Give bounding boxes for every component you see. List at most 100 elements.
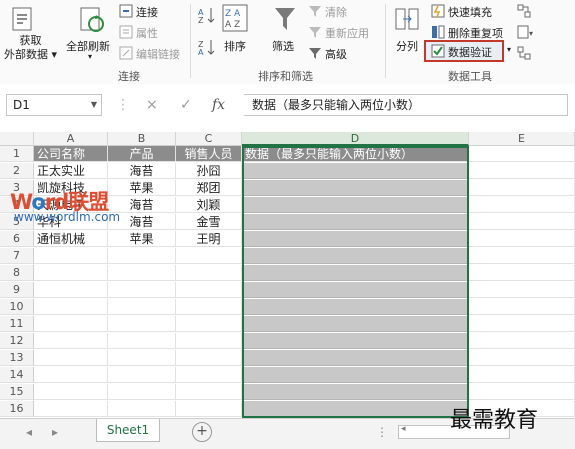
cell[interactable]: 海苔 xyxy=(108,163,176,179)
refresh-all-dropdown[interactable]: ▾ xyxy=(88,52,92,61)
properties-button[interactable]: 属性 xyxy=(136,25,158,41)
header-cell[interactable]: 产品 xyxy=(108,146,176,162)
cell[interactable] xyxy=(34,367,108,383)
edit-links-button[interactable]: 编辑链接 xyxy=(136,46,180,62)
cell[interactable] xyxy=(108,401,176,417)
add-sheet-icon[interactable]: + xyxy=(192,422,212,442)
cell[interactable] xyxy=(242,299,469,315)
row-header[interactable]: 13 xyxy=(0,350,34,366)
cell[interactable] xyxy=(108,350,176,366)
data-validation-dropdown[interactable]: ▾ xyxy=(507,45,511,54)
cell[interactable]: 苹果 xyxy=(108,180,176,196)
filter-button[interactable]: 筛选 xyxy=(272,38,294,54)
enter-icon[interactable]: ✓ xyxy=(180,97,192,113)
clear-button[interactable]: 清除 xyxy=(325,4,347,20)
next-sheet-icon[interactable]: ▸ xyxy=(52,425,58,439)
cell[interactable] xyxy=(469,180,575,196)
cell[interactable] xyxy=(34,299,108,315)
row-header[interactable]: 10 xyxy=(0,299,34,315)
insert-function-icon[interactable]: fx xyxy=(212,97,225,113)
cell[interactable] xyxy=(469,197,575,213)
cell[interactable]: 正太实业 xyxy=(34,163,108,179)
cell[interactable] xyxy=(108,282,176,298)
cell[interactable] xyxy=(242,367,469,383)
cell[interactable] xyxy=(108,265,176,281)
formula-input[interactable]: 数据（最多只能输入两位小数） xyxy=(244,94,568,116)
cell[interactable] xyxy=(176,384,242,400)
column-header-e[interactable]: E xyxy=(469,132,575,146)
column-header-c[interactable]: C xyxy=(176,132,242,146)
cell[interactable] xyxy=(242,265,469,281)
cell[interactable]: 孙囧 xyxy=(176,163,242,179)
cell[interactable] xyxy=(242,282,469,298)
cell[interactable]: 苹果 xyxy=(108,231,176,247)
cell[interactable] xyxy=(242,180,469,196)
cell[interactable] xyxy=(469,214,575,230)
cell[interactable] xyxy=(108,333,176,349)
cell[interactable]: 通恒机械 xyxy=(34,231,108,247)
column-header-b[interactable]: B xyxy=(108,132,176,146)
row-header[interactable]: 15 xyxy=(0,384,34,400)
cell[interactable] xyxy=(176,333,242,349)
cell[interactable] xyxy=(34,384,108,400)
cell[interactable] xyxy=(176,265,242,281)
cell[interactable] xyxy=(242,333,469,349)
cell[interactable] xyxy=(469,367,575,383)
row-header[interactable]: 7 xyxy=(0,248,34,264)
cell[interactable] xyxy=(469,316,575,332)
row-header[interactable]: 6 xyxy=(0,231,34,247)
what-if-analysis-icon[interactable]: ▾ xyxy=(517,25,535,39)
tab-split-handle[interactable]: ⋮ xyxy=(376,425,388,439)
cancel-icon[interactable]: × xyxy=(146,97,158,113)
cell[interactable] xyxy=(34,333,108,349)
cell[interactable]: 王明 xyxy=(176,231,242,247)
chevron-down-icon[interactable]: ▼ xyxy=(91,95,97,115)
cell[interactable] xyxy=(34,401,108,417)
reapply-button[interactable]: 重新应用 xyxy=(325,25,369,41)
cell[interactable] xyxy=(34,316,108,332)
cell[interactable] xyxy=(242,248,469,264)
cell[interactable] xyxy=(176,299,242,315)
spreadsheet-grid[interactable]: A B C D E 1 公司名称 产品 销售人员 数据（最多只能输入两位小数） 2 正太实业… xyxy=(0,126,575,418)
flash-fill-button[interactable]: 快速填充 xyxy=(448,4,492,20)
get-external-data-button[interactable]: 获取 外部数据 ▾ xyxy=(4,34,57,62)
data-validation-button[interactable]: 数据验证 xyxy=(448,44,492,60)
cell[interactable] xyxy=(34,282,108,298)
row-header[interactable]: 1 xyxy=(0,146,34,162)
cell[interactable] xyxy=(176,401,242,417)
cell[interactable] xyxy=(242,401,469,417)
select-all-corner[interactable] xyxy=(0,132,34,146)
cell[interactable] xyxy=(469,333,575,349)
cell[interactable] xyxy=(242,350,469,366)
cell[interactable] xyxy=(469,231,575,247)
advanced-button[interactable]: 高级 xyxy=(325,46,347,62)
sort-button[interactable]: 排序 xyxy=(224,38,246,54)
cell[interactable] xyxy=(34,265,108,281)
sheet-tab-sheet1[interactable]: Sheet1 xyxy=(96,419,160,442)
remove-duplicates-button[interactable]: 删除重复项 xyxy=(448,25,503,41)
name-box[interactable]: D1 ▼ xyxy=(6,94,102,116)
cell[interactable] xyxy=(469,350,575,366)
cell[interactable] xyxy=(108,248,176,264)
header-cell[interactable]: 公司名称 xyxy=(34,146,108,162)
row-header[interactable]: 11 xyxy=(0,316,34,332)
cell[interactable] xyxy=(176,282,242,298)
cell[interactable] xyxy=(469,384,575,400)
column-header-a[interactable]: A xyxy=(34,132,108,146)
column-header-d[interactable]: D xyxy=(242,132,469,146)
cell[interactable] xyxy=(176,248,242,264)
cell[interactable] xyxy=(469,163,575,179)
cell[interactable] xyxy=(176,350,242,366)
row-header[interactable]: 14 xyxy=(0,367,34,383)
row-header[interactable]: 12 xyxy=(0,333,34,349)
cell[interactable]: 郑团 xyxy=(176,180,242,196)
prev-sheet-icon[interactable]: ◂ xyxy=(26,425,32,439)
cell[interactable] xyxy=(469,146,575,162)
cell[interactable] xyxy=(242,316,469,332)
cell[interactable] xyxy=(242,214,469,230)
cell[interactable] xyxy=(469,248,575,264)
header-cell[interactable]: 销售人员 xyxy=(176,146,242,162)
cell[interactable]: 刘颖 xyxy=(176,197,242,213)
cell[interactable] xyxy=(469,299,575,315)
cell[interactable] xyxy=(34,248,108,264)
